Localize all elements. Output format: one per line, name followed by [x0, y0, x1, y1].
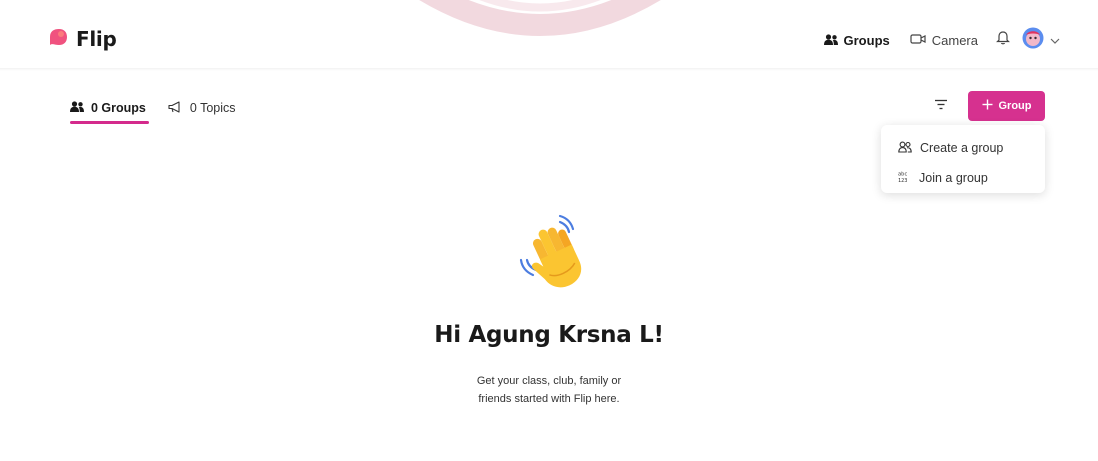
welcome-subtext-line-2: friends started with Flip here. [478, 393, 620, 405]
camera-icon [910, 33, 926, 48]
active-tab-indicator [70, 121, 149, 124]
join-group-icon: abc 123 [898, 170, 911, 186]
bell-icon [996, 30, 1010, 50]
menu-item-create-group[interactable]: Create a group [881, 133, 1045, 163]
menu-item-join-group[interactable]: abc 123 Join a group [881, 163, 1045, 193]
groups-icon [70, 101, 84, 115]
tab-topics[interactable]: 0 Topics [168, 98, 236, 120]
header-divider [0, 68, 1098, 71]
notifications-button[interactable] [996, 30, 1010, 50]
app-name: Flip [76, 27, 117, 51]
avatar-icon [1022, 27, 1044, 54]
new-group-button[interactable]: Group [968, 91, 1045, 121]
welcome-subtext-line-1: Get your class, club, family or [476, 375, 622, 387]
nav-groups-link[interactable]: Groups [823, 32, 890, 48]
avatar[interactable] [1022, 27, 1044, 54]
new-group-label: Group [998, 100, 1032, 112]
flip-logo[interactable]: Flip [48, 27, 117, 51]
groups-icon [823, 33, 838, 48]
tab-groups[interactable]: 0 Groups [70, 98, 149, 124]
filter-icon [934, 97, 948, 115]
create-group-icon [898, 141, 912, 156]
flip-logo-icon [48, 28, 68, 51]
tab-groups-label: 0 Groups [91, 101, 146, 115]
chevron-down-icon [1050, 31, 1060, 49]
plus-icon [982, 99, 993, 113]
nav-camera-label: Camera [931, 32, 978, 48]
group-dropdown-menu: Create a group abc 123 Join a group [881, 125, 1045, 193]
svg-text:123: 123 [898, 178, 907, 183]
account-menu-toggle[interactable] [1050, 31, 1060, 49]
top-bar: Flip Groups Camera [0, 0, 1098, 71]
content-tabs: 0 Groups 0 Topics [70, 98, 236, 124]
greeting-heading: Hi Agung Krsna L! [434, 322, 664, 348]
nav-camera-link[interactable]: Camera [910, 33, 978, 48]
waving-hand-icon [515, 212, 595, 292]
tab-topics-label: 0 Topics [189, 101, 236, 115]
welcome-subtext: Get your class, club, family or friends … [449, 372, 649, 408]
menu-item-create-label: Create a group [920, 141, 1004, 155]
nav-groups-label: Groups [843, 32, 890, 48]
filter-button[interactable] [930, 96, 952, 116]
menu-item-join-label: Join a group [919, 171, 988, 185]
topics-icon [168, 100, 183, 116]
svg-text:abc: abc [898, 172, 907, 178]
